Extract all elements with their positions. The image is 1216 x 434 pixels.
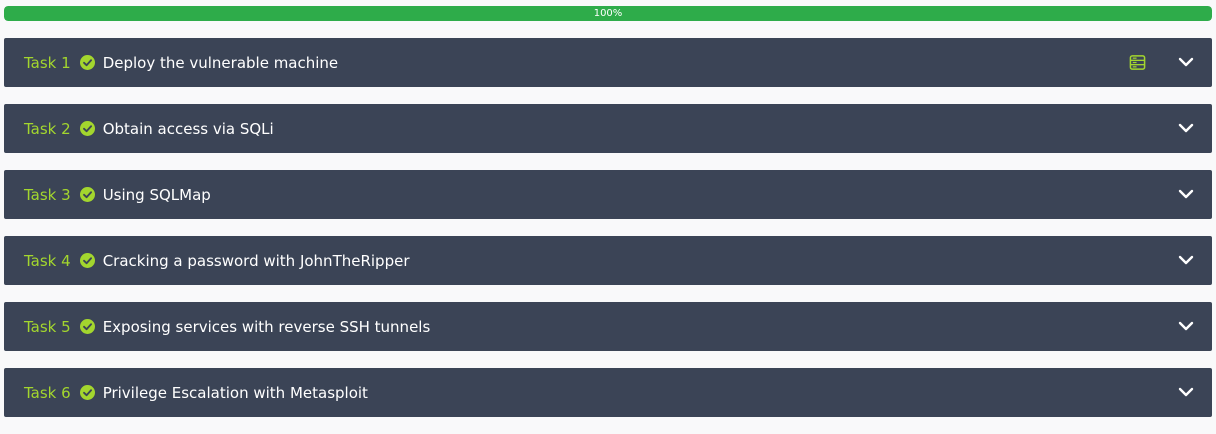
task-4-header[interactable]: Task 4 Cracking a password with JohnTheR…: [4, 236, 1212, 285]
task-list: Task 1 Deploy the vulnerable machine Tas…: [4, 38, 1212, 434]
chevron-down-icon[interactable]: [1178, 56, 1194, 68]
task-title: Using SQLMap: [102, 185, 211, 204]
task-title: Obtain access via SQLi: [102, 119, 274, 138]
task-number: Task 3: [24, 185, 71, 204]
check-circle-icon: [79, 385, 95, 400]
task-title: Cracking a password with JohnTheRipper: [102, 251, 410, 270]
chevron-down-icon[interactable]: [1178, 386, 1194, 398]
progress-bar-fill: 100%: [4, 6, 1212, 21]
task-3-header[interactable]: Task 3 Using SQLMap: [4, 170, 1212, 219]
progress-bar: 100%: [4, 6, 1212, 21]
task-number: Task 1: [24, 53, 71, 72]
task-number: Task 2: [24, 119, 71, 138]
check-circle-icon: [79, 187, 95, 202]
task-title: Privilege Escalation with Metasploit: [102, 383, 368, 402]
task-5-header[interactable]: Task 5 Exposing services with reverse SS…: [4, 302, 1212, 351]
check-circle-icon: [79, 55, 95, 70]
task-title: Deploy the vulnerable machine: [102, 53, 339, 72]
task-number: Task 5: [24, 317, 71, 336]
chevron-down-icon[interactable]: [1178, 188, 1194, 200]
chevron-down-icon[interactable]: [1178, 254, 1194, 266]
task-title: Exposing services with reverse SSH tunne…: [102, 317, 431, 336]
check-circle-icon: [79, 319, 95, 334]
chevron-down-icon[interactable]: [1178, 122, 1194, 134]
check-circle-icon: [79, 253, 95, 268]
task-number: Task 6: [24, 383, 71, 402]
progress-label: 100%: [593, 8, 623, 19]
task-2-header[interactable]: Task 2 Obtain access via SQLi: [4, 104, 1212, 153]
check-circle-icon: [79, 121, 95, 136]
task-1-header[interactable]: Task 1 Deploy the vulnerable machine: [4, 38, 1212, 87]
server-icon[interactable]: [1129, 54, 1146, 71]
task-number: Task 4: [24, 251, 71, 270]
chevron-down-icon[interactable]: [1178, 320, 1194, 332]
task-6-header[interactable]: Task 6 Privilege Escalation with Metaspl…: [4, 368, 1212, 417]
